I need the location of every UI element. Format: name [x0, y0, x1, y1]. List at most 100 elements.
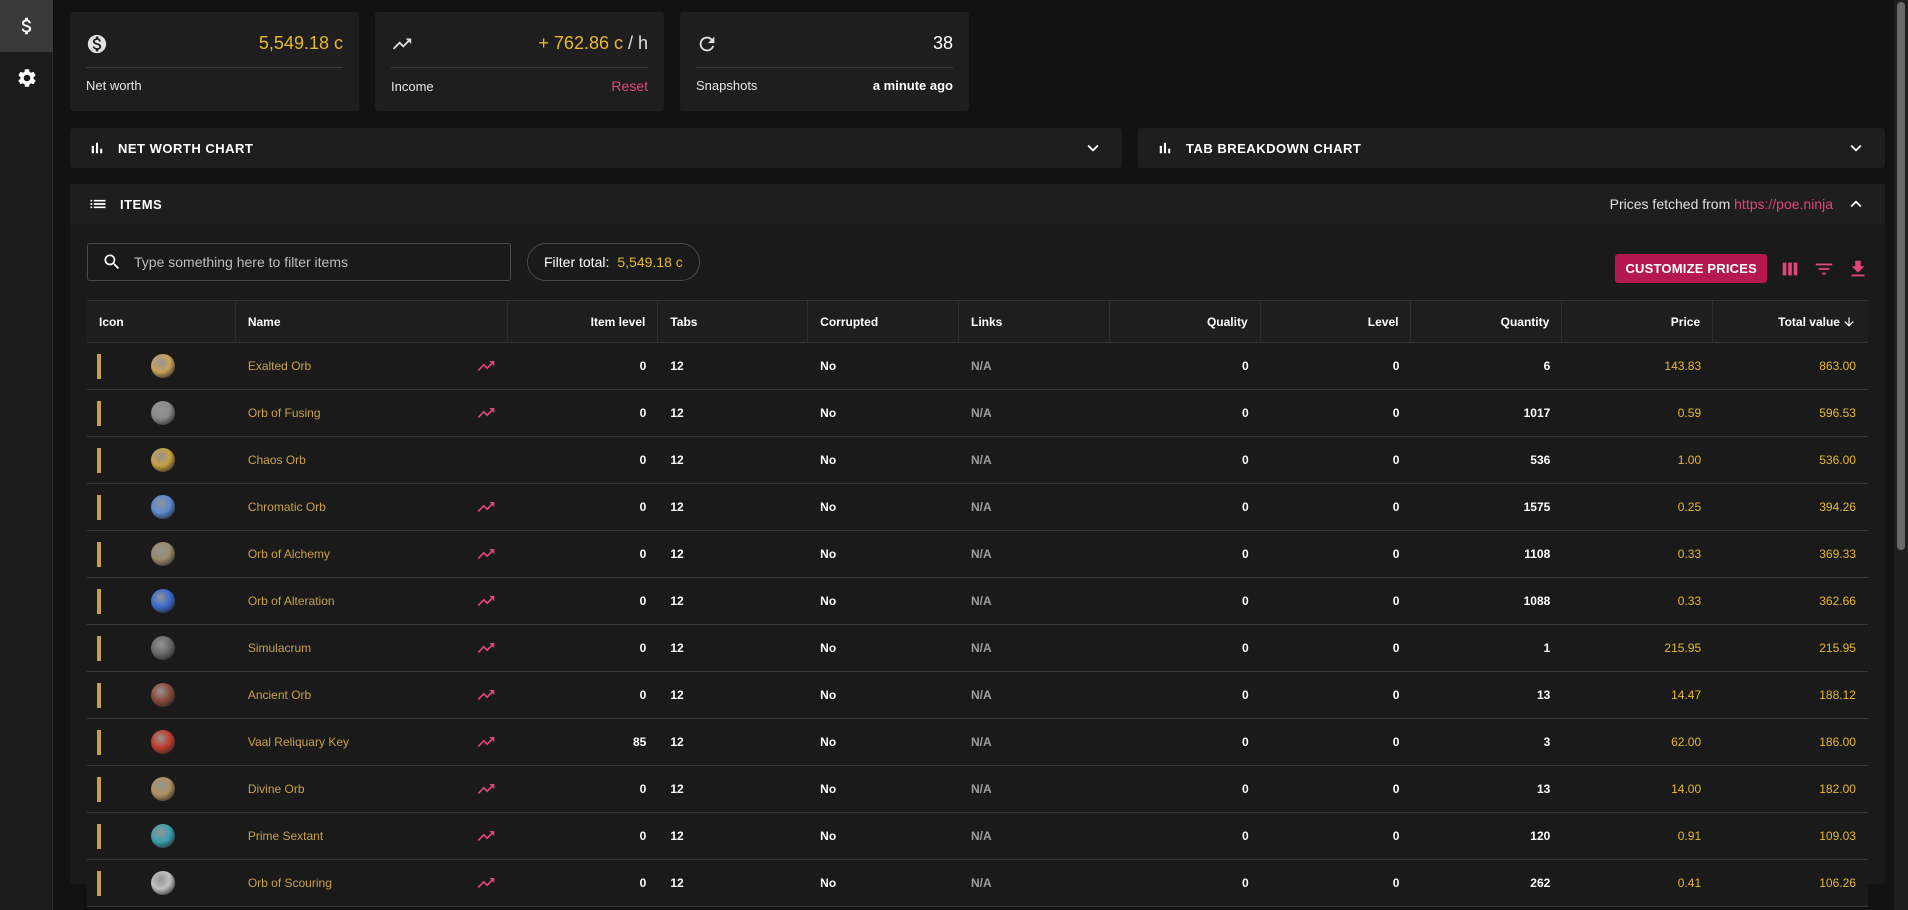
- item-name[interactable]: Exalted Orb: [248, 359, 311, 373]
- level-cell: 0: [1392, 406, 1400, 420]
- item-name-cell: Orb of Fusing: [236, 390, 508, 436]
- icon-cell: [87, 625, 236, 671]
- rarity-bar: [97, 776, 101, 802]
- tabs-cell: 12: [670, 829, 684, 843]
- networth-card: 5,549.18 c Net worth: [70, 12, 359, 111]
- col-item-level[interactable]: Item level: [508, 301, 659, 342]
- snapshots-value: 38: [932, 33, 953, 53]
- customize-prices-button[interactable]: CUSTOMIZE PRICES: [1615, 254, 1767, 283]
- filter-icon[interactable]: [1813, 258, 1835, 280]
- item-name[interactable]: Simulacrum: [248, 641, 311, 655]
- search-icon: [104, 254, 120, 270]
- total-value-cell: 215.95: [1819, 641, 1856, 655]
- total-value-cell: 362.66: [1819, 594, 1856, 608]
- trend-icon[interactable]: [476, 779, 496, 799]
- trend-icon[interactable]: [476, 873, 496, 893]
- icon-cell: [87, 719, 236, 765]
- col-total-value[interactable]: Total value: [1713, 301, 1868, 342]
- columns-icon[interactable]: [1779, 258, 1801, 280]
- trend-icon[interactable]: [476, 638, 496, 658]
- col-price[interactable]: Price: [1562, 301, 1714, 342]
- item-level-cell: 0: [639, 406, 647, 420]
- search-box[interactable]: [87, 243, 511, 281]
- item-name[interactable]: Prime Sextant: [248, 829, 323, 843]
- tabs-cell: 12: [670, 876, 684, 890]
- table-row[interactable]: Ancient Orb 0 12 No N/A 0 0 13 14.47 188.12: [87, 672, 1868, 719]
- quantity-cell: 3: [1543, 735, 1551, 749]
- table-row[interactable]: Simulacrum 0 12 No N/A 0 0 1 215.95 215.95: [87, 625, 1868, 672]
- item-name[interactable]: Orb of Scouring: [248, 876, 332, 890]
- item-name[interactable]: Ancient Orb: [248, 688, 311, 702]
- icon-cell: [87, 766, 236, 812]
- main-content: 5,549.18 c Net worth + 762.86 c / h Inco…: [70, 12, 1885, 907]
- table-row[interactable]: Chaos Orb 0 12 No N/A 0 0 536 1.00 536.00: [87, 437, 1868, 484]
- item-name[interactable]: Chaos Orb: [248, 453, 306, 467]
- quality-cell: 0: [1241, 453, 1249, 467]
- col-name[interactable]: Name: [236, 301, 508, 342]
- quality-cell: 0: [1241, 876, 1249, 890]
- quality-cell: 0: [1241, 547, 1249, 561]
- networth-chart-header[interactable]: NET WORTH CHART: [70, 128, 1122, 168]
- trend-icon[interactable]: [476, 732, 496, 752]
- col-quantity[interactable]: Quantity: [1411, 301, 1563, 342]
- quantity-cell: 536: [1530, 453, 1551, 467]
- table-row[interactable]: Vaal Reliquary Key 85 12 No N/A 0 0 3 62.00 186.0…: [87, 719, 1868, 766]
- item-name[interactable]: Orb of Fusing: [248, 406, 321, 420]
- tabs-cell: 12: [670, 500, 684, 514]
- item-level-cell: 0: [639, 359, 647, 373]
- table-row[interactable]: Chromatic Orb 0 12 No N/A 0 0 1575 0.25 394.26: [87, 484, 1868, 531]
- table-row[interactable]: Orb of Fusing 0 12 No N/A 0 0 1017 0.59 596.53: [87, 390, 1868, 437]
- table-row[interactable]: Orb of Scouring 0 12 No N/A 0 0 262 0.41 106.26: [87, 860, 1868, 907]
- item-level-cell: 0: [639, 594, 647, 608]
- item-name[interactable]: Orb of Alteration: [248, 594, 335, 608]
- level-cell: 0: [1392, 829, 1400, 843]
- item-name[interactable]: Vaal Reliquary Key: [248, 735, 349, 749]
- trend-icon[interactable]: [476, 356, 496, 376]
- scrollbar-thumb[interactable]: [1897, 2, 1905, 550]
- item-name[interactable]: Divine Orb: [248, 782, 305, 796]
- table-row[interactable]: Orb of Alteration 0 12 No N/A 0 0 1088 0.33 362.6…: [87, 578, 1868, 625]
- price-cell: 215.95: [1664, 641, 1702, 655]
- item-name[interactable]: Orb of Alchemy: [248, 547, 330, 561]
- col-icon[interactable]: Icon: [87, 301, 236, 342]
- rarity-bar: [97, 635, 101, 661]
- scrollbar[interactable]: [1894, 0, 1908, 910]
- icon-cell: [87, 484, 236, 530]
- quality-cell: 0: [1241, 829, 1249, 843]
- col-corrupted[interactable]: Corrupted: [808, 301, 959, 342]
- items-header[interactable]: ITEMS Prices fetched from https://poe.ni…: [70, 184, 1885, 224]
- col-quality[interactable]: Quality: [1110, 301, 1261, 342]
- col-level[interactable]: Level: [1261, 301, 1412, 342]
- trend-icon[interactable]: [476, 403, 496, 423]
- trend-icon[interactable]: [476, 826, 496, 846]
- trend-icon[interactable]: [476, 685, 496, 705]
- table-row[interactable]: Divine Orb 0 12 No N/A 0 0 13 14.00 182.00: [87, 766, 1868, 813]
- table-row[interactable]: Orb of Alchemy 0 12 No N/A 0 0 1108 0.33 369.33: [87, 531, 1868, 578]
- reset-button[interactable]: Reset: [611, 78, 648, 94]
- rarity-bar: [97, 588, 101, 614]
- tab-breakdown-chart-header[interactable]: TAB BREAKDOWN CHART: [1138, 128, 1885, 168]
- rarity-bar: [97, 400, 101, 426]
- price-cell: 1.00: [1677, 453, 1702, 467]
- chevron-up-icon[interactable]: [1845, 193, 1867, 215]
- col-links[interactable]: Links: [959, 301, 1110, 342]
- item-name[interactable]: Chromatic Orb: [248, 500, 326, 514]
- links-cell: N/A: [970, 406, 992, 420]
- quality-cell: 0: [1241, 782, 1249, 796]
- table-row[interactable]: Exalted Orb 0 12 No N/A 0 0 6 143.83 863.00: [87, 343, 1868, 390]
- dollar-icon: [21, 17, 31, 35]
- chevron-down-icon: [1087, 144, 1099, 152]
- sidebar-item-networth[interactable]: [0, 0, 53, 52]
- trend-icon[interactable]: [476, 591, 496, 611]
- poe-ninja-link[interactable]: https://poe.ninja: [1734, 196, 1833, 212]
- sidebar-item-settings[interactable]: [0, 52, 53, 104]
- corrupted-cell: No: [820, 829, 837, 843]
- col-tabs[interactable]: Tabs: [658, 301, 809, 342]
- trend-icon[interactable]: [476, 497, 496, 517]
- trend-icon[interactable]: [476, 544, 496, 564]
- quality-cell: 0: [1241, 500, 1249, 514]
- quality-cell: 0: [1241, 641, 1249, 655]
- search-input[interactable]: [134, 254, 494, 270]
- download-icon[interactable]: [1847, 258, 1869, 280]
- table-row[interactable]: Prime Sextant 0 12 No N/A 0 0 120 0.91 109.03: [87, 813, 1868, 860]
